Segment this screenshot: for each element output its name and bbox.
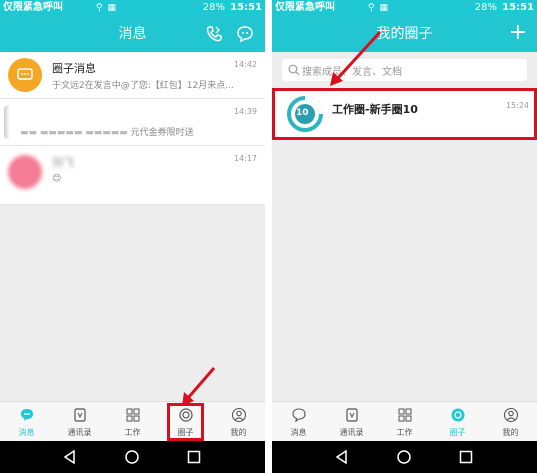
right-phone-screen: 仅限紧急呼叫 ⚲ ▦ 28% 15:51 我的圈子 + 搜索成员、发言、文档 1… xyxy=(272,0,537,473)
left-phone-screen: 仅限紧急呼叫 ⚲ ▦ 28% 15:51 消息 圈子消息 于文远2在发言中@了您… xyxy=(0,0,265,473)
annotation-arrow xyxy=(330,30,382,86)
annotation-arrow xyxy=(182,367,216,406)
